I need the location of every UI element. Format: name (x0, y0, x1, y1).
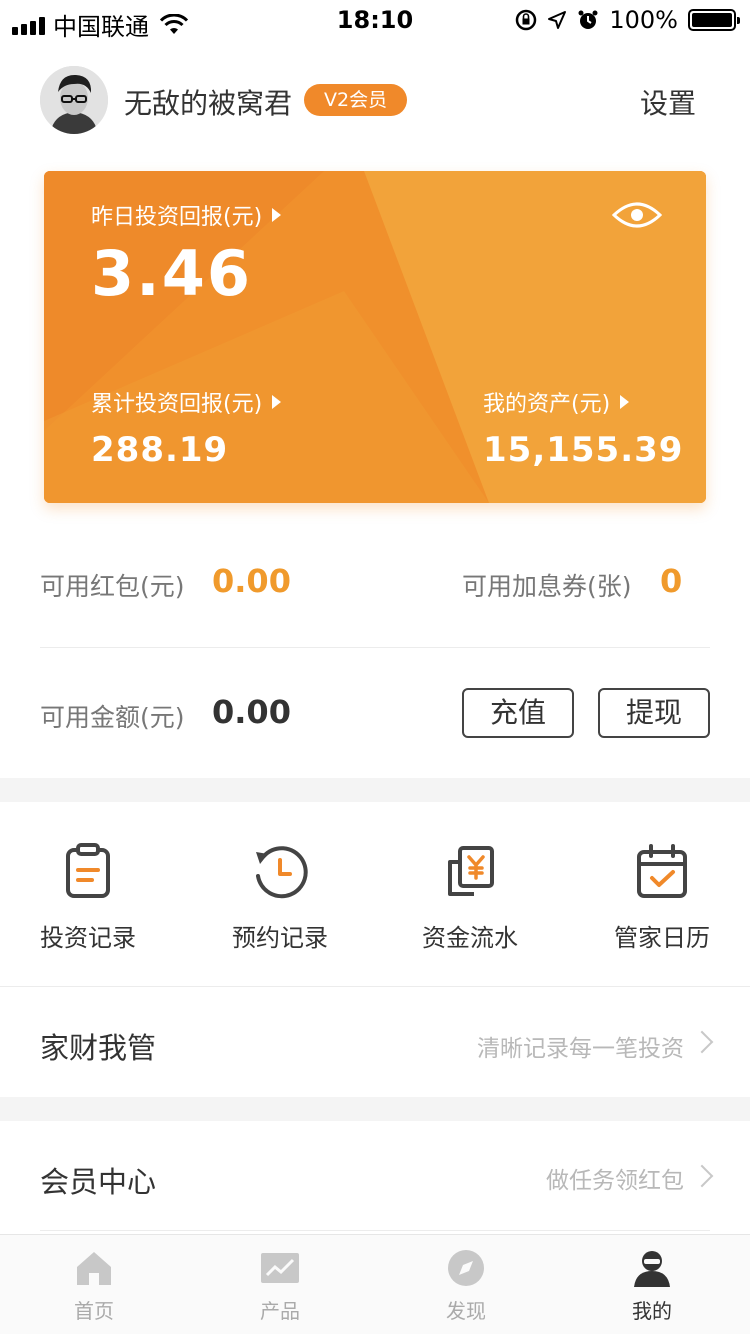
available-amount-label: 可用金额(元) (40, 703, 185, 732)
section-gap (0, 1097, 750, 1121)
tab-label: 发现 (446, 1299, 486, 1323)
asset-card: 昨日投资回报(元) 3.46 累计投资回报(元) 288.19 我的资产(元) … (44, 171, 706, 503)
battery-icon (688, 9, 740, 31)
total-return-label: 累计投资回报(元) (91, 392, 263, 417)
calendar-check-icon (637, 844, 687, 898)
list-item-hint: 清晰记录每一笔投资 (477, 1036, 684, 1062)
triangle-right-icon (272, 395, 282, 409)
shortcut-label: 资金流水 (422, 924, 518, 952)
yesterday-return-label: 昨日投资回报(元) (91, 205, 263, 230)
shortcut-butler-calendar[interactable]: 管家日历 (568, 842, 750, 953)
shortcut-fund-flow[interactable]: 资金流水 (376, 842, 564, 953)
shortcut-investment-records[interactable]: 投资记录 (0, 842, 182, 953)
user-icon (634, 1251, 670, 1287)
yesterday-return-link[interactable]: 昨日投资回报(元) (91, 199, 282, 231)
divider (40, 1230, 710, 1231)
coupon-value[interactable]: 0 (660, 562, 682, 600)
chevron-right-icon (690, 1030, 714, 1054)
shortcut-reservation-records[interactable]: 预约记录 (186, 842, 374, 953)
shortcut-label: 管家日历 (614, 924, 710, 952)
username: 无敌的被窝君 (124, 87, 293, 120)
triangle-right-icon (272, 208, 282, 222)
home-icon (77, 1252, 111, 1285)
profile-header: 无敌的被窝君 V2会员 设置 (40, 62, 710, 142)
my-assets-value: 15,155.39 (483, 430, 684, 470)
status-bar: 中国联通 18:10 100% (0, 0, 750, 41)
compass-icon (448, 1250, 484, 1286)
list-item-title: 家财我管 (40, 1031, 157, 1065)
recharge-button[interactable]: 充值 (462, 688, 574, 738)
rotation-lock-icon (516, 9, 537, 31)
tab-label: 首页 (74, 1299, 114, 1323)
tab-bar: 首页 产品 发现 我的 (0, 1234, 750, 1334)
chart-icon (261, 1253, 299, 1283)
alarm-icon (578, 10, 598, 29)
tab-discover[interactable]: 发现 (372, 1247, 560, 1324)
shortcut-label: 预约记录 (232, 924, 328, 952)
my-assets-link[interactable]: 我的资产(元) (483, 386, 630, 418)
avatar[interactable] (40, 66, 108, 134)
eye-icon[interactable] (612, 199, 662, 231)
list-item-family-finance[interactable]: 家财我管 清晰记录每一笔投资 (0, 987, 750, 1097)
available-amount-value: 0.00 (212, 693, 291, 731)
total-return-value: 288.19 (91, 430, 229, 470)
list-item-title: 会员中心 (40, 1165, 157, 1199)
withdraw-button[interactable]: 提现 (598, 688, 710, 738)
clipboard-icon (66, 843, 110, 898)
list-item-member-center[interactable]: 会员中心 做任务领红包 (0, 1121, 750, 1231)
red-packet-value[interactable]: 0.00 (212, 562, 291, 600)
location-icon (548, 11, 567, 29)
tab-label: 产品 (260, 1299, 300, 1323)
yuan-receipt-icon (448, 846, 494, 896)
tab-label: 我的 (632, 1299, 672, 1323)
tab-mine[interactable]: 我的 (558, 1247, 746, 1324)
battery-percent: 100% (609, 6, 678, 34)
tab-products[interactable]: 产品 (186, 1247, 374, 1324)
history-clock-icon (256, 846, 308, 899)
shortcut-label: 投资记录 (40, 924, 136, 952)
section-gap (0, 778, 750, 802)
my-assets-label: 我的资产(元) (483, 392, 611, 417)
triangle-right-icon (620, 395, 630, 409)
tab-home[interactable]: 首页 (0, 1247, 188, 1324)
settings-button[interactable]: 设置 (640, 82, 696, 122)
chevron-right-icon (690, 1164, 714, 1188)
yesterday-return-value: 3.46 (91, 237, 252, 310)
vip-badge[interactable]: V2会员 (304, 84, 408, 116)
list-item-hint: 做任务领红包 (546, 1168, 684, 1194)
red-packet-label: 可用红包(元) (40, 572, 185, 601)
coupon-label: 可用加息券(张) (462, 572, 632, 601)
divider (40, 647, 710, 648)
total-return-link[interactable]: 累计投资回报(元) (91, 386, 282, 418)
